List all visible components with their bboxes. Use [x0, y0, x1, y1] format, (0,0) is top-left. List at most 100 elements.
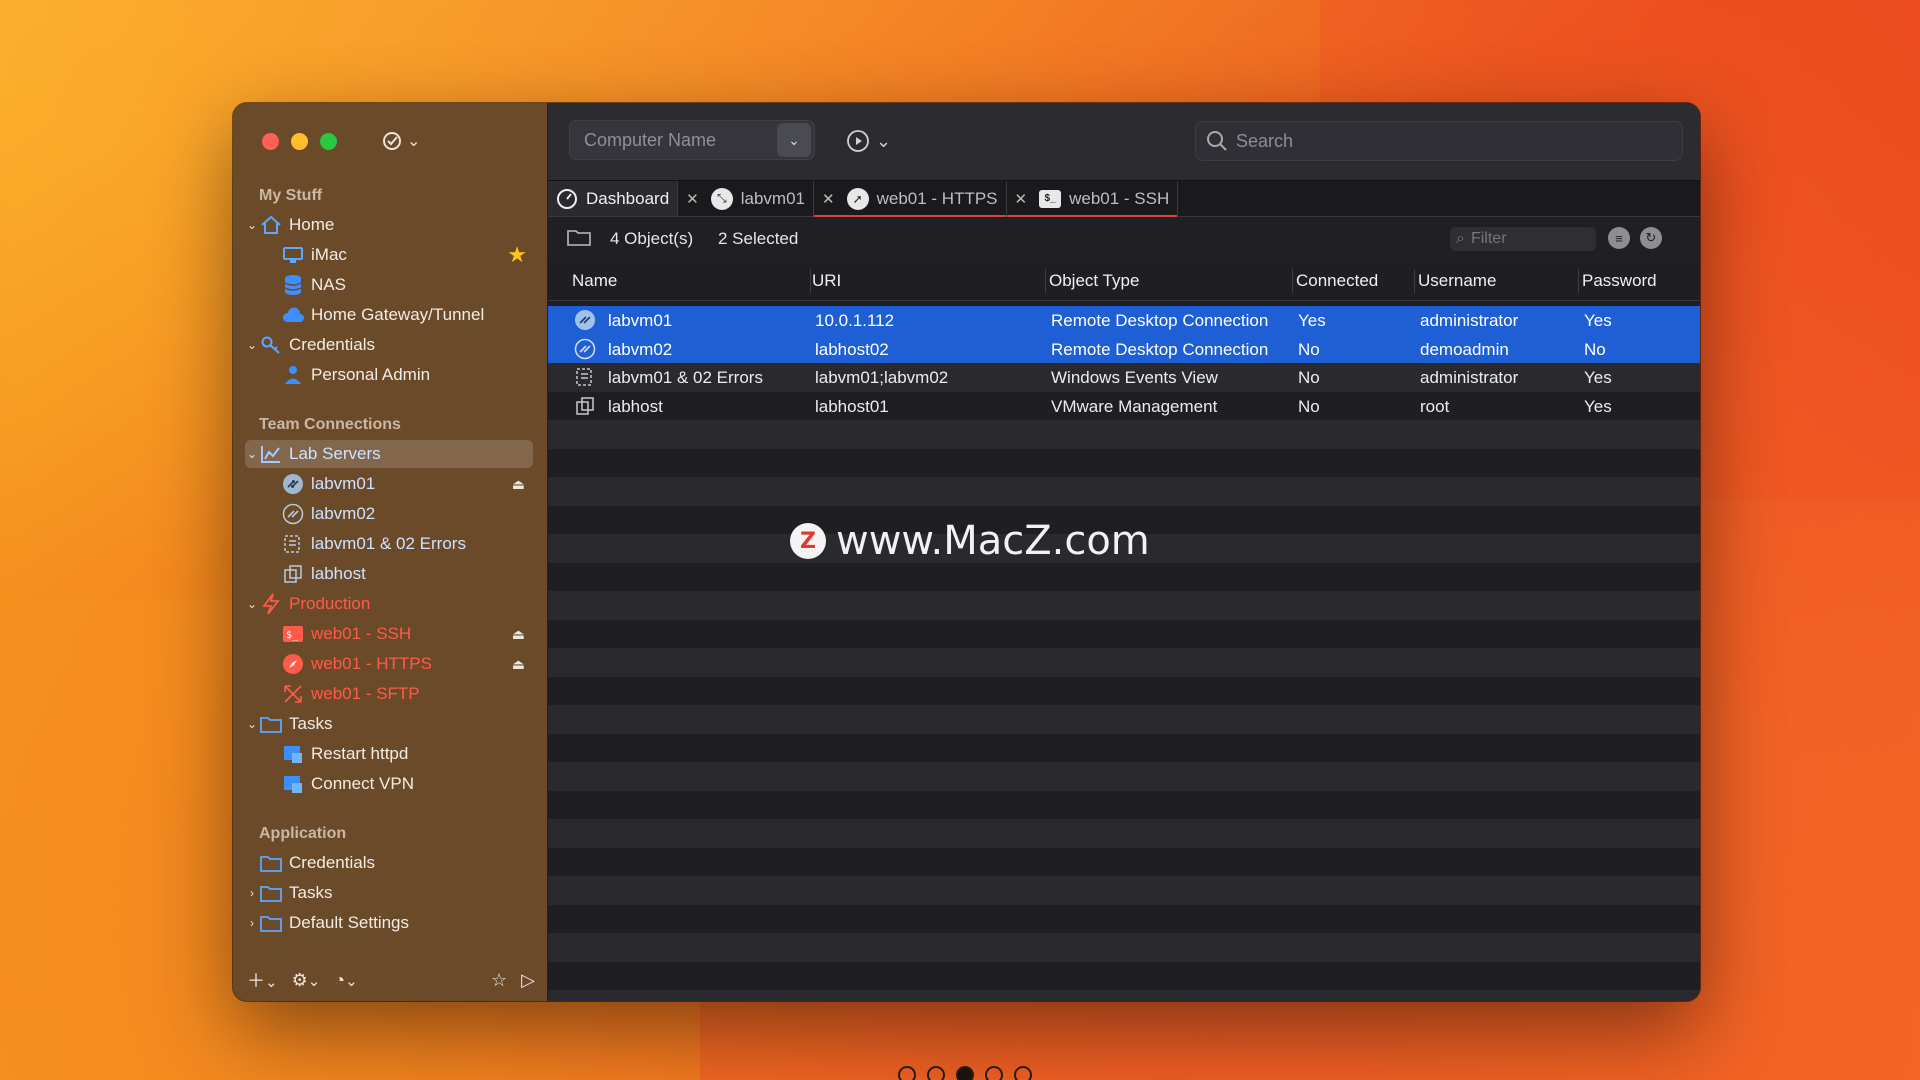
close-tab-icon[interactable]: ✕ — [1015, 190, 1028, 208]
search-field[interactable]: Search — [1195, 121, 1683, 161]
sidebar-item-web01-ssh[interactable]: $_ web01 - SSH ⏏ — [245, 620, 533, 648]
cell-name: labvm02 — [608, 339, 673, 359]
column-header-connected[interactable]: Connected — [1296, 271, 1378, 291]
star-icon[interactable]: ★ — [507, 242, 527, 268]
gear-menu-button[interactable]: ⚙⌄ — [292, 970, 321, 991]
column-divider[interactable] — [1578, 269, 1579, 293]
sidebar-item-credentials[interactable]: ⌄ Credentials — [245, 331, 533, 359]
cell-connected: Yes — [1298, 311, 1326, 330]
sidebar-item-personal-admin[interactable]: Personal Admin — [245, 361, 533, 389]
sidebar-item-labvm01[interactable]: labvm01 ⏏ — [245, 470, 533, 498]
view-menu-button[interactable]: ⌄ — [381, 130, 420, 152]
refresh-icon[interactable]: ↻ — [1640, 227, 1662, 249]
remote-desktop-icon: ⤡ — [710, 187, 733, 210]
tab-dashboard[interactable]: Dashboard — [548, 181, 679, 216]
list-options-icon[interactable]: ≡ — [1608, 227, 1630, 249]
sidebar-item-home[interactable]: ⌄ Home — [245, 211, 533, 239]
sidebar-item-web01-sftp[interactable]: web01 - SFTP — [245, 680, 533, 708]
sidebar-item-label: Credentials — [289, 853, 375, 872]
play-icon[interactable]: ▷ — [521, 970, 535, 991]
chevron-down-icon[interactable]: ⌄ — [245, 597, 259, 611]
eject-icon[interactable]: ⏏ — [512, 656, 525, 673]
table-row[interactable]: labvm01 & 02 Errors labvm01;labvm02 Wind… — [548, 363, 1700, 392]
sidebar-item-production[interactable]: ⌄ Production — [245, 590, 533, 618]
column-header-password[interactable]: Password — [1582, 271, 1657, 291]
event-log-icon — [576, 368, 592, 386]
favorite-star-icon[interactable]: ☆ — [491, 970, 507, 991]
sidebar-item-restart-httpd[interactable]: Restart httpd — [245, 740, 533, 768]
empty-row — [548, 562, 1700, 591]
table-row[interactable]: labvm01 10.0.1.112 Remote Desktop Connec… — [548, 306, 1700, 335]
search-input[interactable]: Search — [1236, 131, 1293, 152]
chevron-right-icon[interactable]: › — [245, 916, 259, 930]
sidebar-item-label: labhost — [311, 564, 366, 583]
home-icon — [259, 214, 283, 236]
tab-labvm01[interactable]: ✕ ⤡ labvm01 — [678, 181, 815, 216]
sidebar-item-imac[interactable]: iMac ★ — [245, 241, 533, 269]
sidebar-item-labvm02[interactable]: labvm02 — [245, 500, 533, 528]
sidebar-item-lab-servers[interactable]: ⌄ Lab Servers — [245, 440, 533, 468]
filter-input[interactable]: Filter — [1471, 230, 1507, 248]
eject-icon[interactable]: ⏏ — [512, 626, 525, 643]
page-dot[interactable] — [927, 1066, 945, 1080]
remote-desktop-icon — [575, 310, 595, 330]
empty-row — [548, 990, 1700, 1001]
chevron-down-icon[interactable]: ⌄ — [245, 447, 259, 461]
chevron-right-icon[interactable]: › — [245, 886, 259, 900]
tab-web01-ssh[interactable]: ✕ $_ web01 - SSH — [1006, 181, 1179, 217]
file-transfer-icon — [281, 683, 305, 705]
sidebar-item-label: Home Gateway/Tunnel — [311, 305, 485, 324]
column-header-uri[interactable]: URI — [812, 271, 841, 291]
sidebar-item-connect-vpn[interactable]: Connect VPN — [245, 770, 533, 798]
sidebar-item-app-tasks[interactable]: › Tasks — [245, 879, 533, 907]
connect-menu-button[interactable]: ⌄ — [846, 129, 891, 153]
sidebar-item-label: iMac — [311, 245, 347, 264]
column-header-name[interactable]: Name — [572, 271, 617, 291]
minimize-window-button[interactable] — [291, 133, 308, 150]
eject-icon[interactable]: ⏏ — [512, 476, 525, 493]
close-window-button[interactable] — [262, 133, 279, 150]
zoom-window-button[interactable] — [320, 133, 337, 150]
close-tab-icon[interactable]: ✕ — [686, 190, 699, 208]
sidebar-item-web01-https[interactable]: web01 - HTTPS ⏏ — [245, 650, 533, 678]
table-header: Name URI Object Type Connected Username … — [548, 261, 1700, 301]
cell-uri: labhost02 — [815, 339, 889, 359]
chevron-down-icon[interactable]: ⌄ — [245, 338, 259, 352]
section-team-connections: Team Connections — [259, 416, 401, 433]
page-dot[interactable] — [985, 1066, 1003, 1080]
computer-name-input[interactable]: Computer Name — [570, 130, 777, 151]
table-row[interactable]: labhost labhost01 VMware Management No r… — [548, 391, 1700, 420]
filter-field[interactable]: ⌕ Filter — [1450, 227, 1596, 251]
sidebar-item-app-credentials[interactable]: Credentials — [245, 849, 533, 877]
sync-menu-button[interactable]: ◔⌄ — [334, 970, 357, 991]
column-header-object-type[interactable]: Object Type — [1049, 271, 1139, 291]
chevron-down-icon[interactable]: ⌄ — [245, 717, 259, 731]
sidebar-item-label: web01 - SFTP — [311, 684, 420, 703]
tab-web01-https[interactable]: ✕ ➚ web01 - HTTPS — [814, 181, 1007, 217]
column-divider[interactable] — [1045, 269, 1046, 293]
sidebar-item-tasks[interactable]: ⌄ Tasks — [245, 710, 533, 738]
sidebar-item-home-gateway[interactable]: Home Gateway/Tunnel — [245, 301, 533, 329]
chevron-down-icon[interactable]: ⌄ — [245, 218, 259, 232]
column-header-username[interactable]: Username — [1418, 271, 1496, 291]
sidebar-item-labvm-errors[interactable]: labvm01 & 02 Errors — [245, 530, 533, 558]
close-tab-icon[interactable]: ✕ — [822, 190, 835, 208]
cell-username: administrator — [1420, 368, 1519, 387]
table-row[interactable]: labvm02 labhost02 Remote Desktop Connect… — [548, 334, 1700, 363]
sidebar-item-label: Default Settings — [289, 913, 410, 932]
page-dot[interactable] — [1014, 1066, 1032, 1080]
page-dot-active[interactable] — [956, 1066, 974, 1080]
sidebar-item-labhost[interactable]: labhost — [245, 560, 533, 588]
sidebar-item-default-settings[interactable]: › Default Settings — [245, 909, 533, 937]
add-menu-button[interactable]: ＋⌄ — [247, 967, 278, 993]
column-divider[interactable] — [1292, 269, 1293, 293]
chevron-down-icon[interactable]: ⌄ — [777, 123, 811, 157]
chevron-down-icon: ⌄ — [407, 133, 421, 150]
empty-row — [548, 420, 1700, 449]
page-dot[interactable] — [898, 1066, 916, 1080]
sidebar-item-nas[interactable]: NAS — [245, 271, 533, 299]
column-divider[interactable] — [810, 269, 811, 293]
column-divider[interactable] — [1414, 269, 1415, 293]
table-body: labvm01 10.0.1.112 Remote Desktop Connec… — [548, 301, 1700, 1001]
computer-name-combobox[interactable]: Computer Name ⌄ — [569, 120, 815, 160]
